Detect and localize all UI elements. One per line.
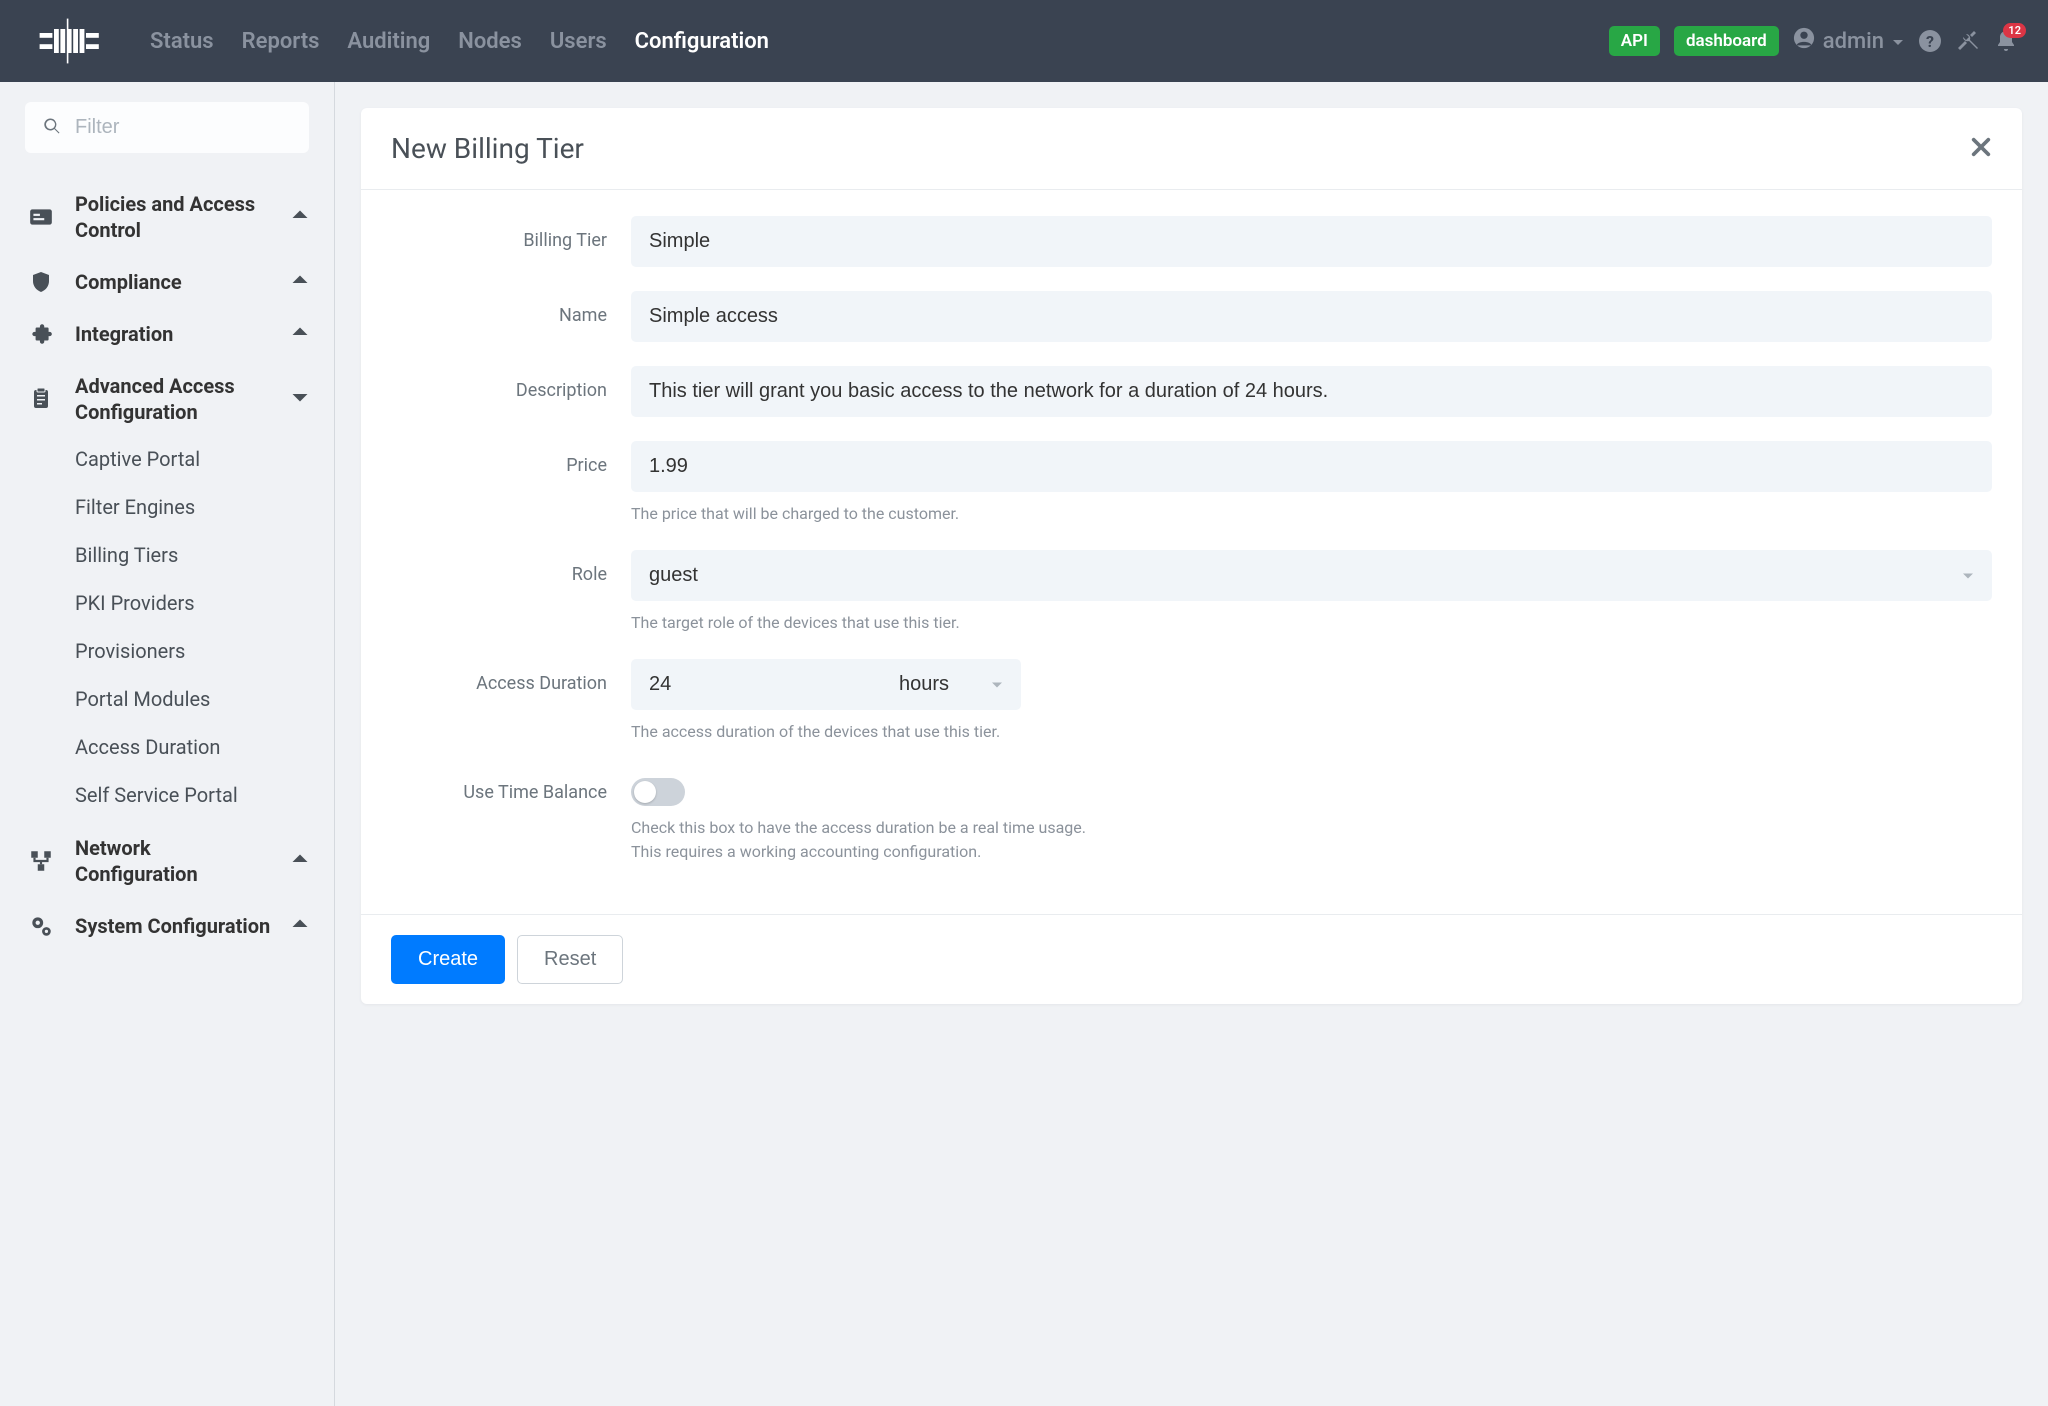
close-icon[interactable]	[1970, 132, 1992, 165]
input-billing-tier[interactable]	[631, 216, 1992, 267]
sidebar-section-network[interactable]: Network Configuration	[25, 825, 309, 897]
caret-down-icon	[1892, 29, 1904, 54]
bell-icon[interactable]: 12	[1994, 29, 2018, 53]
sidebar-item-pki-providers[interactable]: PKI Providers	[75, 579, 309, 627]
label-price: Price	[391, 441, 631, 476]
chevron-up-icon	[291, 915, 309, 937]
sidebar-item-provisioners[interactable]: Provisioners	[75, 627, 309, 675]
sidebar-item-access-duration[interactable]: Access Duration	[75, 723, 309, 771]
select-role-value[interactable]	[631, 550, 1992, 601]
sidebar-section-system[interactable]: System Configuration	[25, 903, 309, 949]
sidebar-section-compliance[interactable]: Compliance	[25, 259, 309, 305]
sidebar-section-label: Integration	[75, 321, 273, 347]
chevron-up-icon	[291, 323, 309, 345]
filter-input[interactable]	[75, 116, 340, 139]
select-role[interactable]	[631, 550, 1992, 601]
sidebar: Policies and Access Control Compliance I…	[0, 82, 335, 1406]
dashboard-badge[interactable]: dashboard	[1674, 26, 1779, 56]
user-icon	[1793, 27, 1815, 55]
toggle-knob	[634, 781, 656, 803]
sidebar-section-label: System Configuration	[75, 913, 273, 939]
navbar: Status Reports Auditing Nodes Users Conf…	[0, 0, 2048, 82]
select-unit-value[interactable]	[881, 659, 1021, 710]
toggle-use-time-balance[interactable]	[631, 778, 685, 806]
input-price[interactable]	[631, 441, 1992, 492]
sidebar-item-self-service-portal[interactable]: Self Service Portal	[75, 771, 309, 819]
sidebar-section-label: Compliance	[75, 269, 273, 295]
sidebar-section-advanced[interactable]: Advanced Access Configuration	[25, 363, 309, 435]
sidebar-item-portal-modules[interactable]: Portal Modules	[75, 675, 309, 723]
reset-button[interactable]: Reset	[517, 935, 623, 984]
sidebar-section-label: Network Configuration	[75, 835, 273, 887]
nav-link-reports[interactable]: Reports	[242, 29, 320, 54]
input-name[interactable]	[631, 291, 1992, 342]
nav-right: API dashboard admin ? 12	[1609, 26, 2018, 56]
chevron-up-icon	[291, 271, 309, 293]
label-description: Description	[391, 366, 631, 401]
id-card-icon	[25, 204, 57, 230]
clipboard-icon	[25, 387, 57, 411]
nav-link-auditing[interactable]: Auditing	[347, 29, 430, 54]
search-icon	[43, 117, 61, 139]
user-name: admin	[1823, 29, 1884, 54]
sidebar-item-captive-portal[interactable]: Captive Portal	[75, 435, 309, 483]
nav-link-status[interactable]: Status	[150, 29, 214, 54]
help-access-duration: The access duration of the devices that …	[631, 720, 1992, 744]
form-card: New Billing Tier Billing Tier Name	[361, 108, 2022, 1004]
logo[interactable]	[30, 17, 110, 65]
label-billing-tier: Billing Tier	[391, 216, 631, 251]
help-role: The target role of the devices that use …	[631, 611, 1992, 635]
help-price: The price that will be charged to the cu…	[631, 502, 1992, 526]
chevron-up-icon	[291, 850, 309, 872]
sidebar-section-policies[interactable]: Policies and Access Control	[25, 181, 309, 253]
svg-text:?: ?	[1926, 32, 1934, 51]
sidebar-section-label: Advanced Access Configuration	[75, 373, 273, 425]
help-icon[interactable]: ?	[1918, 29, 1942, 53]
chevron-up-icon	[291, 206, 309, 228]
label-name: Name	[391, 291, 631, 326]
shield-icon	[25, 270, 57, 294]
input-access-duration-value[interactable]	[631, 659, 881, 710]
gears-icon	[25, 913, 57, 939]
card-footer: Create Reset	[361, 914, 2022, 1004]
nav-link-nodes[interactable]: Nodes	[458, 29, 522, 54]
sidebar-item-filter-engines[interactable]: Filter Engines	[75, 483, 309, 531]
tools-icon[interactable]	[1956, 29, 1980, 53]
label-use-time-balance: Use Time Balance	[391, 768, 631, 803]
select-access-duration-unit[interactable]	[881, 659, 1021, 710]
nav-link-users[interactable]: Users	[550, 29, 607, 54]
card-header: New Billing Tier	[361, 108, 2022, 190]
nav-links: Status Reports Auditing Nodes Users Conf…	[150, 29, 1609, 54]
nav-link-configuration[interactable]: Configuration	[635, 29, 769, 54]
network-icon	[25, 848, 57, 874]
sidebar-item-billing-tiers[interactable]: Billing Tiers	[75, 531, 309, 579]
page-title: New Billing Tier	[391, 132, 584, 165]
api-badge[interactable]: API	[1609, 26, 1660, 56]
filter-box[interactable]	[25, 102, 309, 153]
create-button[interactable]: Create	[391, 935, 505, 984]
chevron-down-icon	[291, 388, 309, 410]
notification-count: 12	[2003, 23, 2026, 38]
help-use-time-balance: Check this box to have the access durati…	[631, 816, 1992, 864]
main-content: New Billing Tier Billing Tier Name	[335, 82, 2048, 1406]
sidebar-section-integration[interactable]: Integration	[25, 311, 309, 357]
label-access-duration: Access Duration	[391, 659, 631, 694]
sidebar-section-label: Policies and Access Control	[75, 191, 273, 243]
puzzle-icon	[25, 321, 57, 347]
user-menu[interactable]: admin	[1793, 27, 1904, 55]
input-description[interactable]	[631, 366, 1992, 417]
label-role: Role	[391, 550, 631, 585]
